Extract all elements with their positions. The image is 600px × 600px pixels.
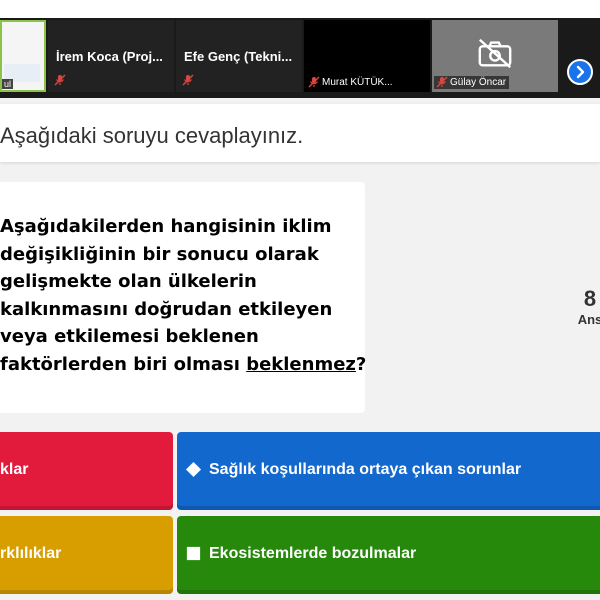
participant-name: Efe Genç (Tekni... xyxy=(184,49,293,64)
answer-count: 8 xyxy=(583,286,597,311)
question-line-last: faktörlerden biri olması beklenmez? xyxy=(0,351,366,379)
answer-text: rklılıklar xyxy=(0,545,62,562)
participant-label: ul xyxy=(2,79,14,89)
question-line: kalkınmasını doğrudan etkileyen xyxy=(0,298,333,320)
top-margin xyxy=(0,0,600,18)
mic-muted-icon xyxy=(436,76,448,88)
participant-label: Gülay Öncar xyxy=(434,76,510,89)
participant-tile-self[interactable]: ul xyxy=(0,20,46,92)
participant-label-text: Murat KÜTÜK... xyxy=(322,77,393,88)
question-line: değişikliğinin bir sonucu olarak xyxy=(0,243,319,265)
mic-muted-icon xyxy=(308,76,320,88)
answer-option-blue-diamond[interactable]: Sağlık koşullarında ortaya çıkan sorunla… xyxy=(177,432,600,510)
participant-tile-murat-kutuk[interactable]: Murat KÜTÜK... xyxy=(304,20,430,92)
camera-off-icon xyxy=(478,38,512,69)
question-prompt-title: Aşağıdaki soruyu cevaplayınız. xyxy=(0,123,304,148)
participant-tile-irem-koca[interactable]: İrem Koca (Proj... xyxy=(48,20,174,92)
participant-name: İrem Koca (Proj... xyxy=(56,49,163,64)
question-line: Aşağıdakilerden hangisinin iklim xyxy=(0,216,332,237)
participant-label: Murat KÜTÜK... xyxy=(306,76,396,89)
participant-label-text: Gülay Öncar xyxy=(450,77,507,88)
participant-tile-efe-genc[interactable]: Efe Genç (Tekni... xyxy=(176,20,302,92)
question-text: Aşağıdakilerden hangisinin iklim değişik… xyxy=(0,213,366,379)
answer-option-yellow-circle[interactable]: rklılıklar xyxy=(0,516,173,594)
chevron-right-icon xyxy=(576,65,585,79)
question-line-start: faktörlerden biri olması xyxy=(0,353,247,375)
answer-text: klar xyxy=(0,461,29,478)
question-mark: ? xyxy=(355,353,367,375)
question-emphasis: beklenmez xyxy=(246,353,356,375)
answer-option-green-square[interactable]: Ekosistemlerde bozulmalar xyxy=(177,516,600,594)
mic-muted-icon xyxy=(54,74,66,86)
answer-text: Sağlık koşullarında ortaya çıkan sorunla… xyxy=(209,461,522,478)
participant-tile-gulay-oncar[interactable]: Gülay Öncar xyxy=(432,20,558,92)
next-participants-button[interactable] xyxy=(567,59,593,85)
answer-counter: 8 Ans xyxy=(560,286,600,328)
diamond-icon xyxy=(185,461,202,478)
answer-count-label: Ans xyxy=(577,312,600,327)
question-line: gelişmekte olan ülkelerin xyxy=(0,271,257,292)
participant-video-strip: ul İrem Koca (Proj... Efe Genç (Tekni... xyxy=(0,18,600,98)
square-icon xyxy=(186,546,201,561)
answer-option-red-triangle[interactable]: klar xyxy=(0,432,173,510)
question-line: veya etkilemesi beklenen xyxy=(0,326,259,347)
answer-text: Ekosistemlerde bozulmalar xyxy=(209,545,417,562)
question-header-bar: Aşağıdaki soruyu cevaplayınız. xyxy=(0,104,600,162)
mic-muted-icon xyxy=(182,74,194,86)
